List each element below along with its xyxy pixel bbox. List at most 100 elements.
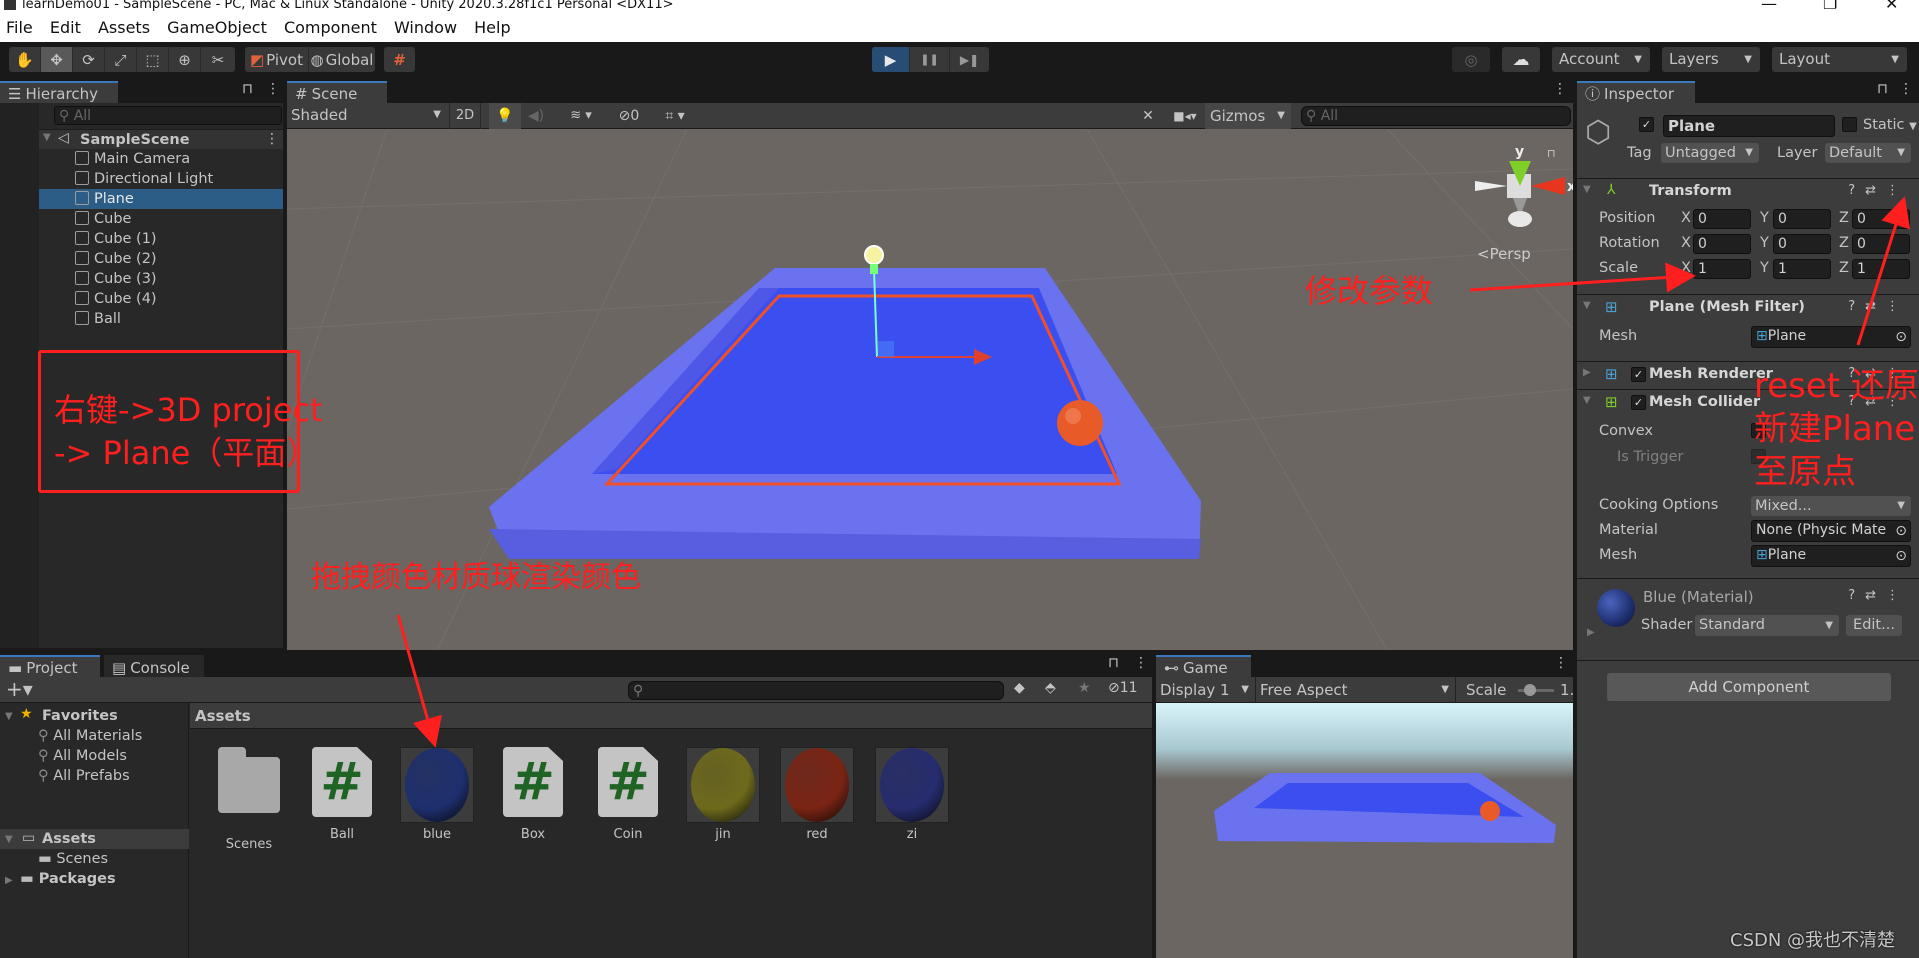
asset-item-red-material[interactable]: red bbox=[777, 747, 857, 842]
collapse-triangle-icon[interactable]: ▼ bbox=[1583, 300, 1591, 311]
rotation-x-input[interactable]: 0 bbox=[1693, 234, 1751, 254]
tag-dropdown[interactable]: Untagged ▼ bbox=[1661, 143, 1759, 163]
menu-help[interactable]: Help bbox=[474, 18, 510, 37]
more-options-icon[interactable]: ⋮ bbox=[266, 81, 280, 97]
grid-toggle-icon[interactable]: ⌗ ▾ bbox=[651, 103, 699, 129]
asset-item-coin-script[interactable]: # Coin bbox=[588, 747, 668, 842]
hierarchy-item[interactable]: Directional Light bbox=[75, 169, 213, 189]
mesh-collider-enabled-checkbox[interactable]: ✓ bbox=[1631, 395, 1646, 410]
position-z-input[interactable]: 0 bbox=[1852, 209, 1910, 229]
expand-triangle-icon[interactable]: ▼ bbox=[43, 132, 51, 143]
favorite-item[interactable]: ⚲ All Materials bbox=[38, 726, 142, 746]
expand-triangle-icon[interactable]: ▶ bbox=[1587, 627, 1595, 638]
hierarchy-item[interactable]: Cube (1) bbox=[75, 229, 157, 249]
collapse-triangle-icon[interactable]: ▼ bbox=[1583, 184, 1591, 195]
panel-splitter[interactable] bbox=[1152, 653, 1156, 958]
move-tool-icon[interactable]: ✥ bbox=[41, 47, 73, 72]
game-viewport[interactable] bbox=[1156, 703, 1573, 958]
edit-shader-button[interactable]: Edit... bbox=[1846, 615, 1902, 636]
scale-tool-icon[interactable]: ⤢ bbox=[105, 47, 137, 72]
hierarchy-search-input[interactable]: ⚲ All bbox=[54, 106, 282, 125]
expand-triangle-icon[interactable]: ▶ bbox=[5, 875, 13, 886]
shader-dropdown[interactable]: Standard ▼ bbox=[1695, 615, 1839, 636]
lock-icon[interactable]: ⊓ bbox=[242, 81, 253, 97]
add-component-button[interactable]: Add Component bbox=[1607, 673, 1891, 701]
scale-slider-thumb[interactable] bbox=[1524, 684, 1536, 696]
collapse-triangle-icon[interactable]: ▼ bbox=[5, 711, 13, 722]
hierarchy-item[interactable]: Ball bbox=[75, 309, 121, 329]
effects-dropdown-icon[interactable]: ≋ ▾ bbox=[555, 103, 607, 129]
component-header-icons[interactable]: ?⇄⋮ bbox=[1848, 299, 1909, 314]
mesh-filter-component-header[interactable]: ▼ ⊞ Plane (Mesh Filter) ?⇄⋮ bbox=[1577, 294, 1919, 320]
more-options-icon[interactable]: ⋮ bbox=[1554, 655, 1568, 671]
hierarchy-item[interactable]: Cube (4) bbox=[75, 289, 157, 309]
pause-button[interactable]: ❚❚ bbox=[910, 47, 950, 72]
scene-visibility-toggle[interactable]: ⊘0 bbox=[607, 103, 651, 129]
favorite-item[interactable]: ⚲ All Models bbox=[38, 746, 127, 766]
assets-folder-row[interactable]: ▼ ▭ Assets bbox=[0, 829, 189, 849]
camera-dropdown-icon[interactable]: ■◂▾ bbox=[1167, 103, 1203, 129]
2d-toggle[interactable]: 2D bbox=[449, 103, 481, 129]
display-dropdown[interactable]: Display 1 ▼ bbox=[1160, 677, 1256, 703]
lock-icon[interactable]: ⊓ bbox=[1547, 147, 1556, 160]
packages-folder-item[interactable]: ▬ Packages bbox=[20, 869, 116, 889]
menu-file[interactable]: File bbox=[6, 18, 33, 37]
more-options-icon[interactable]: ⋮ bbox=[1134, 655, 1148, 671]
tab-game[interactable]: ⊷ Game bbox=[1156, 655, 1251, 677]
position-y-input[interactable]: 0 bbox=[1773, 209, 1831, 229]
component-header-icons[interactable]: ?⇄⋮ bbox=[1848, 588, 1909, 603]
lock-icon[interactable]: ⊓ bbox=[1108, 655, 1119, 671]
directional-light-icon[interactable] bbox=[864, 245, 884, 265]
breadcrumb-assets[interactable]: Assets bbox=[195, 707, 251, 725]
component-header-icons[interactable]: ?⇄⋮ bbox=[1848, 183, 1909, 198]
perspective-label[interactable]: <Persp bbox=[1477, 245, 1531, 263]
scene-search-input[interactable]: ⚲ All bbox=[1301, 106, 1571, 126]
asset-item-box-script[interactable]: # Box bbox=[493, 747, 573, 842]
transform-component-header[interactable]: ▼ ⅄ Transform ?⇄⋮ bbox=[1577, 178, 1919, 204]
scale-x-input[interactable]: 1 bbox=[1693, 259, 1751, 279]
menu-assets[interactable]: Assets bbox=[98, 18, 150, 37]
audio-toggle-icon[interactable]: ◀) bbox=[521, 103, 551, 129]
minimize-button[interactable]: — bbox=[1761, 0, 1777, 13]
menu-component[interactable]: Component bbox=[284, 18, 377, 37]
asset-item-scenes[interactable]: Scenes bbox=[209, 747, 289, 852]
collider-mesh-field[interactable]: ⊞Plane ⊙ bbox=[1751, 545, 1911, 567]
hierarchy-item[interactable]: Cube (3) bbox=[75, 269, 157, 289]
active-checkbox[interactable]: ✓ bbox=[1639, 117, 1654, 132]
cloud-icon[interactable]: ☁ bbox=[1502, 47, 1540, 72]
move-gizmo-plane-handle[interactable] bbox=[878, 341, 894, 357]
favorite-star-icon[interactable]: ★ bbox=[1078, 680, 1091, 696]
asset-item-blue-material[interactable]: blue bbox=[397, 747, 477, 842]
collapse-triangle-icon[interactable]: ▼ bbox=[1583, 395, 1591, 406]
object-picker-icon[interactable]: ⊙ bbox=[1895, 522, 1907, 540]
more-options-icon[interactable]: ⋮ bbox=[265, 131, 279, 147]
favorite-item[interactable]: ⚲ All Prefabs bbox=[38, 766, 130, 786]
cooking-options-dropdown[interactable]: Mixed... ▼ bbox=[1751, 496, 1911, 516]
tab-console[interactable]: ▤ Console bbox=[104, 655, 204, 677]
rect-tool-icon[interactable]: ⬚ bbox=[137, 47, 169, 72]
rotation-z-input[interactable]: 0 bbox=[1852, 234, 1910, 254]
create-add-icon[interactable]: +▾ bbox=[6, 677, 33, 701]
close-button[interactable]: ✕ bbox=[1885, 0, 1898, 13]
static-dropdown[interactable]: Static ▼ bbox=[1863, 117, 1917, 133]
project-search-input[interactable]: ⚲ bbox=[628, 681, 1004, 700]
global-toggle[interactable]: ◍ Global bbox=[309, 47, 375, 72]
asset-item-zi-material[interactable]: zi bbox=[872, 747, 952, 842]
tab-scene[interactable]: # Scene bbox=[287, 81, 387, 103]
asset-item-ball-script[interactable]: # Ball bbox=[302, 747, 382, 842]
scenes-folder-item[interactable]: ▬ Scenes bbox=[38, 849, 108, 869]
favorites-label[interactable]: Favorites bbox=[42, 706, 118, 726]
rotation-y-input[interactable]: 0 bbox=[1773, 234, 1831, 254]
custom-tool-icon[interactable]: ✂ bbox=[201, 47, 235, 72]
more-options-icon[interactable]: ⋮ bbox=[1899, 81, 1913, 97]
collab-icon[interactable]: ◎ bbox=[1452, 47, 1490, 72]
position-x-input[interactable]: 0 bbox=[1693, 209, 1751, 229]
more-options-icon[interactable]: ⋮ bbox=[1553, 81, 1567, 97]
hidden-packages-toggle[interactable]: ⊘11 bbox=[1108, 680, 1138, 696]
lock-icon[interactable]: ⊓ bbox=[1877, 81, 1888, 97]
object-name-input[interactable]: Plane bbox=[1663, 115, 1835, 137]
menu-edit[interactable]: Edit bbox=[50, 18, 81, 37]
panel-splitter[interactable] bbox=[1573, 79, 1577, 958]
mesh-renderer-enabled-checkbox[interactable]: ✓ bbox=[1631, 367, 1646, 382]
hand-tool-icon[interactable]: ✋ bbox=[9, 47, 41, 72]
